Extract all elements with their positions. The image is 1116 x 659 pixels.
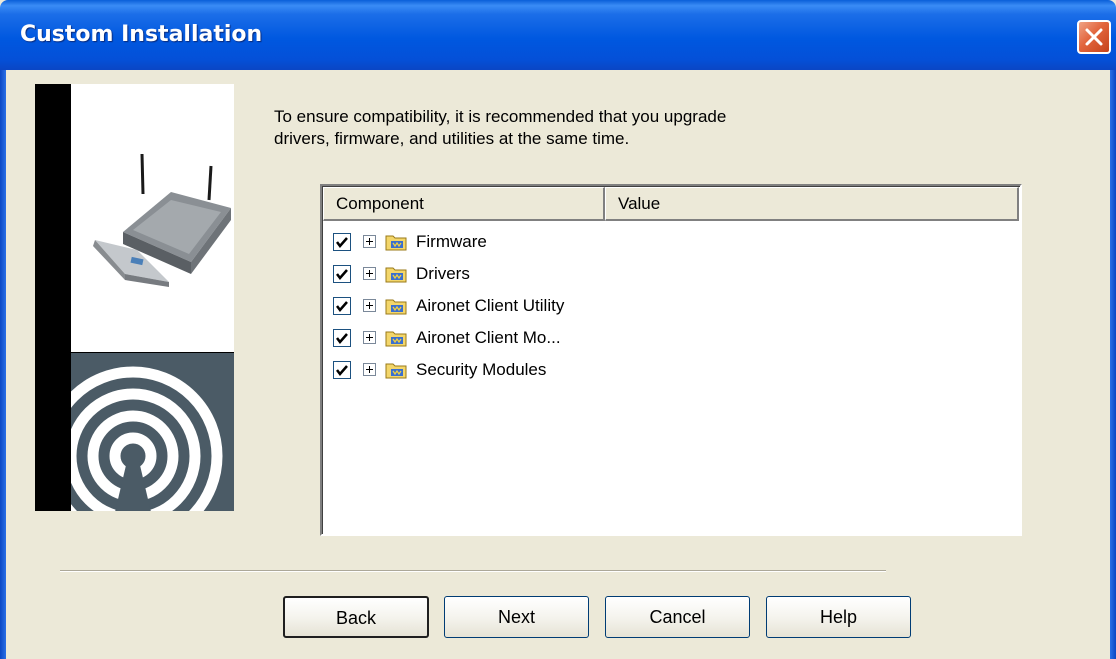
button-separator	[60, 570, 886, 572]
signal-waves-illustration	[71, 352, 234, 511]
tree-item-label: Security Modules	[416, 360, 547, 379]
title-bar[interactable]: Custom Installation	[0, 0, 1116, 70]
expand-icon[interactable]	[363, 299, 376, 312]
checkmark-icon	[336, 237, 348, 248]
folder-icon	[385, 363, 407, 379]
tree-item-label: Firmware	[416, 232, 487, 251]
intro-line-1: To ensure compatibility, it is recommend…	[274, 107, 727, 126]
tree-item-drivers[interactable]: Drivers	[328, 262, 748, 286]
tree-item-aironet-client-modules[interactable]: Aironet Client Mo...	[328, 326, 748, 350]
checkmark-icon	[336, 301, 348, 312]
custom-installation-dialog: Custom Installation To ensure compatibil…	[0, 0, 1116, 659]
expand-icon[interactable]	[363, 363, 376, 376]
tree-item-firmware[interactable]: Firmware	[328, 230, 748, 254]
cancel-button[interactable]: Cancel	[605, 596, 750, 638]
folder-icon	[385, 299, 407, 315]
next-button[interactable]: Next	[444, 596, 589, 638]
folder-icon	[385, 235, 407, 251]
folder-icon	[385, 331, 407, 347]
list-header: Component Value	[323, 187, 1021, 221]
intro-line-2: drivers, firmware, and utilities at the …	[274, 129, 630, 148]
expand-icon[interactable]	[363, 331, 376, 344]
window-title: Custom Installation	[20, 22, 263, 47]
window-border-right	[1110, 70, 1116, 659]
expand-icon[interactable]	[363, 267, 376, 280]
help-button[interactable]: Help	[766, 596, 911, 638]
column-header-component[interactable]: Component	[323, 187, 605, 221]
intro-text: To ensure compatibility, it is recommend…	[274, 106, 874, 150]
tree-item-aironet-client-utility[interactable]: Aironet Client Utility	[328, 294, 748, 318]
close-icon	[1085, 28, 1103, 46]
tree-item-label: Aironet Client Mo...	[416, 328, 561, 347]
component-list[interactable]: Component Value Firmware Drivers Aironet…	[320, 184, 1022, 536]
checkmark-icon	[336, 365, 348, 376]
firmware-checkbox[interactable]	[333, 233, 351, 251]
tree-item-label: Aironet Client Utility	[416, 296, 565, 315]
column-header-value[interactable]: Value	[605, 187, 1019, 221]
aironet-client-modules-checkbox[interactable]	[333, 329, 351, 347]
window-border-left	[0, 70, 6, 659]
drivers-checkbox[interactable]	[333, 265, 351, 283]
aironet-client-utility-checkbox[interactable]	[333, 297, 351, 315]
checkmark-icon	[336, 333, 348, 344]
wizard-side-image	[35, 84, 234, 511]
checkmark-icon	[336, 269, 348, 280]
side-black-stripe	[35, 84, 71, 511]
back-button[interactable]: Back	[283, 596, 429, 638]
close-button[interactable]	[1077, 20, 1111, 54]
wireless-router-illustration	[71, 84, 234, 352]
expand-icon[interactable]	[363, 235, 376, 248]
security-modules-checkbox[interactable]	[333, 361, 351, 379]
tree-item-label: Drivers	[416, 264, 470, 283]
tree-item-security-modules[interactable]: Security Modules	[328, 358, 748, 382]
folder-icon	[385, 267, 407, 283]
